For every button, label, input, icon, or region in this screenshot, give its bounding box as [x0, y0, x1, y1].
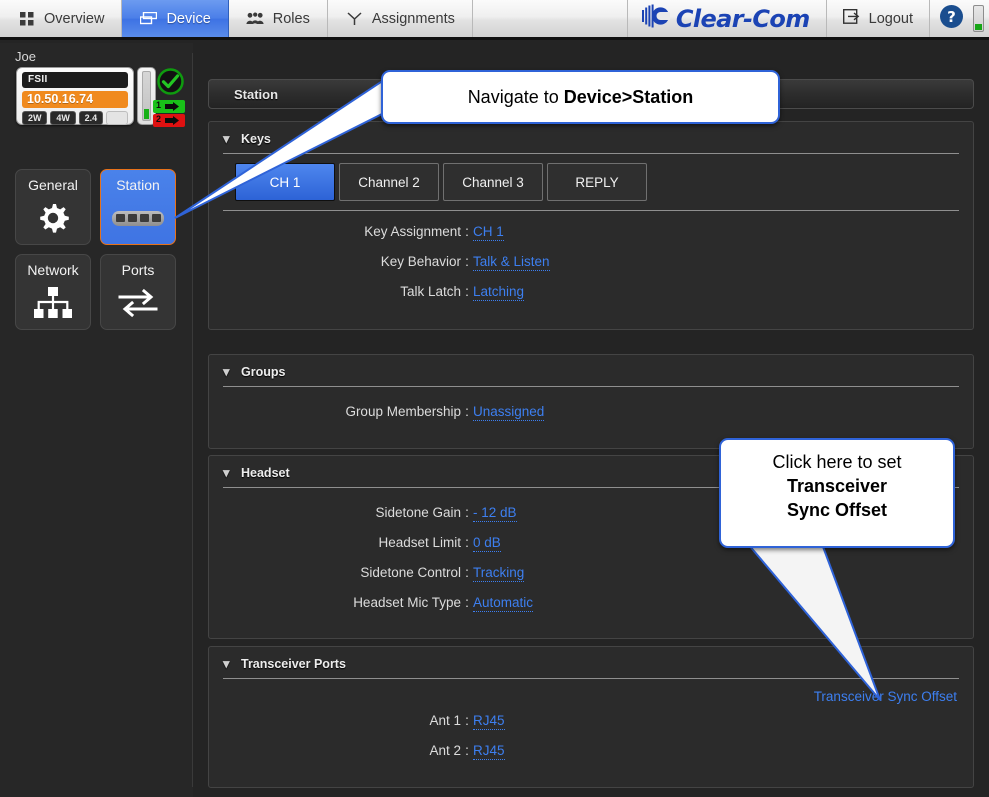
callout-navigate: Navigate to Device>Station: [381, 70, 780, 124]
callout-sync-line3: Sync Offset: [786, 499, 888, 520]
callout-sync-line1: Click here to set: [772, 452, 902, 472]
callout-navigate-bold: Device>Station: [563, 86, 694, 107]
callout-sync-offset: Click here to set Transceiver Sync Offse…: [719, 438, 955, 548]
callout-navigate-text: Navigate to: [467, 86, 564, 107]
callout-sync-line2: Transceiver: [786, 475, 888, 496]
